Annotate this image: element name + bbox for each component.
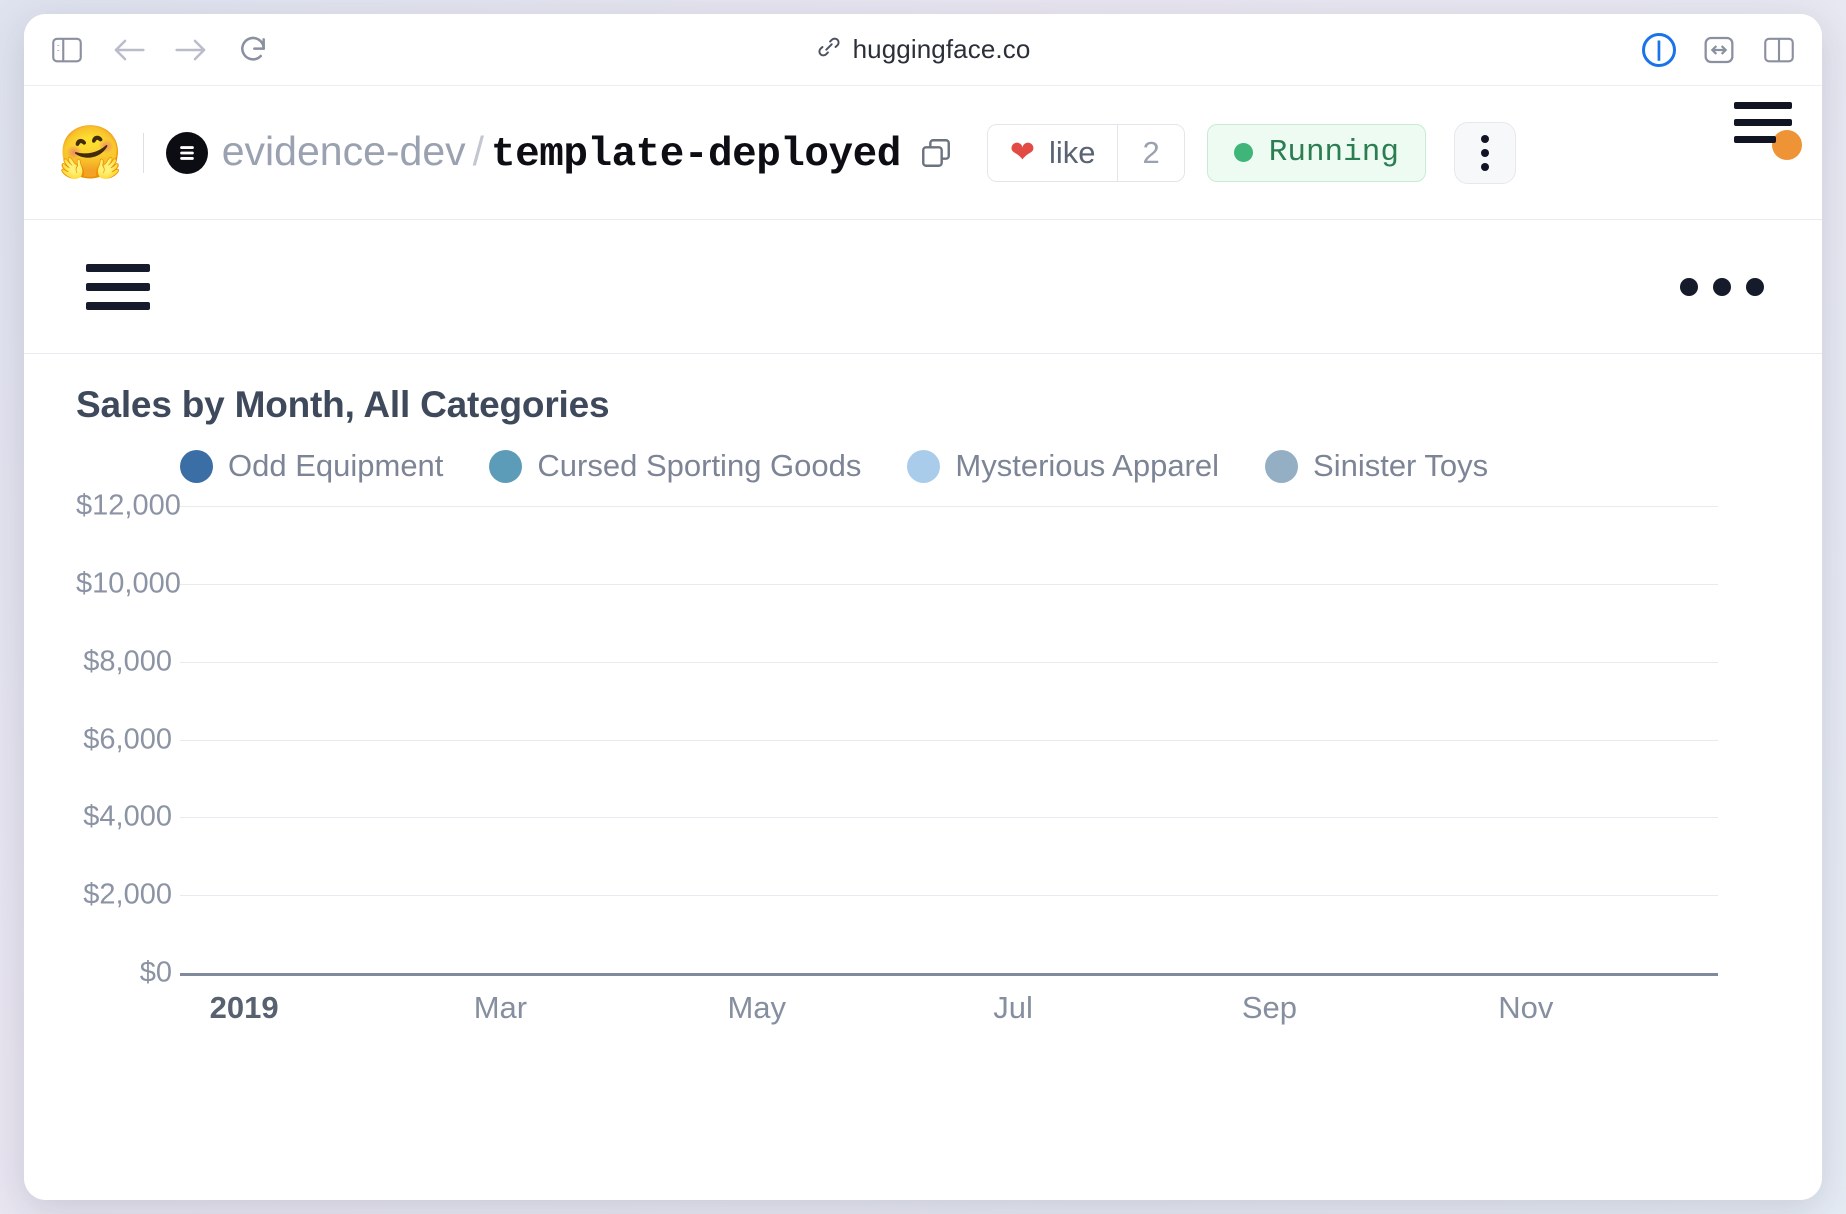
header-divider xyxy=(142,132,144,173)
gridline xyxy=(180,506,1718,507)
x-axis-tick-label: Sep xyxy=(1241,990,1298,1025)
x-axis-tick-label: Jul xyxy=(993,990,1033,1025)
x-axis-tick-label: Mar xyxy=(473,990,528,1025)
huggingface-logo-icon[interactable]: 🤗 xyxy=(58,127,123,179)
x-axis-tick-label: May xyxy=(727,990,787,1025)
chart-legend: Odd Equipment Cursed Sporting Goods Myster… xyxy=(76,448,1770,484)
status-text: Running xyxy=(1268,135,1399,170)
sidebar-toggle-icon[interactable] xyxy=(50,33,84,67)
x-axis-slot: Sep xyxy=(1205,976,1333,1036)
like-button-group[interactable]: ❤ like 2 xyxy=(986,123,1185,182)
reload-icon[interactable] xyxy=(236,33,270,67)
breadcrumb-org[interactable]: evidence-dev xyxy=(222,128,466,175)
legend-swatch-icon xyxy=(180,449,213,483)
chart-title: Sales by Month, All Categories xyxy=(76,384,610,425)
address-bar[interactable]: huggingface.co xyxy=(24,34,1822,65)
browser-toolbar: huggingface.co | xyxy=(24,14,1822,86)
legend-label: Odd Equipment xyxy=(228,448,444,483)
org-avatar[interactable] xyxy=(165,131,208,174)
legend-item[interactable]: Cursed Sporting Goods xyxy=(489,448,861,484)
x-axis-slot xyxy=(1077,976,1205,1036)
browser-window: huggingface.co | 🤗 evidence-dev / templa… xyxy=(24,14,1822,1200)
menu-line xyxy=(1734,136,1776,143)
y-axis-tick-label: $2,000 xyxy=(83,878,172,911)
share-icon[interactable] xyxy=(1702,33,1736,67)
x-axis-slot: Jul xyxy=(949,976,1077,1036)
x-axis-slot: Mar xyxy=(436,976,564,1036)
breadcrumb-repo[interactable]: template-deployed xyxy=(491,132,901,178)
legend-swatch-icon xyxy=(907,449,941,483)
kebab-dot xyxy=(1480,162,1489,171)
legend-label: Mysterious Apparel xyxy=(955,448,1220,483)
legend-label: Cursed Sporting Goods xyxy=(537,448,862,483)
more-horizontal-icon[interactable] xyxy=(1680,277,1764,296)
y-axis-tick-label: $10,000 xyxy=(76,567,181,600)
kebab-dot xyxy=(1480,134,1489,143)
gridline xyxy=(180,817,1718,819)
legend-item[interactable]: Mysterious Apparel xyxy=(907,448,1219,484)
legend-item[interactable]: Sinister Toys xyxy=(1265,448,1488,484)
menu-line xyxy=(86,301,150,310)
legend-swatch-icon xyxy=(1265,449,1299,483)
status-badge[interactable]: Running xyxy=(1206,123,1426,182)
overlay-hamburger-menu-icon[interactable] xyxy=(1734,102,1792,143)
kebab-dot xyxy=(1480,148,1489,157)
y-axis-tick-label: $4,000 xyxy=(83,800,172,833)
breadcrumb: evidence-dev / template-deployed xyxy=(222,127,902,178)
y-axis-tick-label: $8,000 xyxy=(83,645,172,678)
copy-icon[interactable] xyxy=(919,136,953,170)
link-icon xyxy=(816,34,842,65)
gridline xyxy=(180,739,1718,741)
plot-area: $0 $2,000 $4,000 $6,000 $8,000 $10,000 $12,000 xyxy=(76,490,1718,989)
chart-container: Sales by Month, All Categories Odd Equip… xyxy=(24,354,1822,1200)
x-axis-slot: Nov xyxy=(1462,976,1590,1036)
y-axis-tick-label: $12,000 xyxy=(76,489,181,522)
x-axis-tick-label: Nov xyxy=(1498,990,1554,1025)
menu-line xyxy=(86,282,150,291)
heart-icon: ❤ xyxy=(1009,135,1035,169)
menu-line xyxy=(1734,119,1792,126)
like-button[interactable]: ❤ like xyxy=(987,124,1118,181)
x-axis-slot xyxy=(1334,976,1462,1036)
gridline xyxy=(180,895,1718,897)
x-axis-slot: 2019 xyxy=(180,976,308,1036)
y-axis-tick-label: $0 xyxy=(139,956,172,989)
tab-overview-icon[interactable] xyxy=(1762,33,1796,67)
browser-nav-controls xyxy=(50,33,270,67)
app-toolbar xyxy=(24,220,1822,354)
url-text: huggingface.co xyxy=(852,34,1031,64)
legend-item[interactable]: Odd Equipment xyxy=(180,448,443,484)
like-label: like xyxy=(1048,134,1096,170)
status-dot-icon xyxy=(1233,143,1253,162)
legend-label: Sinister Toys xyxy=(1313,448,1489,483)
x-axis: 2019 Mar May Jul Sep Nov xyxy=(180,976,1718,1036)
menu-line xyxy=(86,263,150,272)
1password-extension-icon[interactable]: | xyxy=(1642,32,1676,67)
breadcrumb-separator: / xyxy=(472,127,485,174)
forward-arrow-icon[interactable] xyxy=(174,33,208,67)
x-axis-slot xyxy=(1590,976,1718,1036)
gridline xyxy=(180,661,1718,663)
x-axis-tick-label: 2019 xyxy=(209,990,279,1025)
x-axis-slot xyxy=(308,976,436,1036)
more-dot xyxy=(1746,277,1764,296)
like-count[interactable]: 2 xyxy=(1117,124,1184,181)
x-axis-slot xyxy=(565,976,693,1036)
y-axis-tick-label: $6,000 xyxy=(83,723,172,755)
app-menu-button[interactable] xyxy=(86,263,150,310)
repo-header: 🤗 evidence-dev / template-deployed ❤ lik… xyxy=(24,86,1822,220)
gridline xyxy=(180,583,1718,585)
more-dot xyxy=(1713,277,1731,296)
x-axis-slot xyxy=(821,976,949,1036)
x-axis-slot: May xyxy=(693,976,821,1036)
menu-line xyxy=(1734,102,1792,109)
repo-options-button[interactable] xyxy=(1453,121,1516,184)
legend-swatch-icon xyxy=(489,449,523,483)
more-dot xyxy=(1680,277,1698,296)
back-arrow-icon[interactable] xyxy=(112,33,146,67)
browser-right-controls: | xyxy=(1642,32,1796,67)
